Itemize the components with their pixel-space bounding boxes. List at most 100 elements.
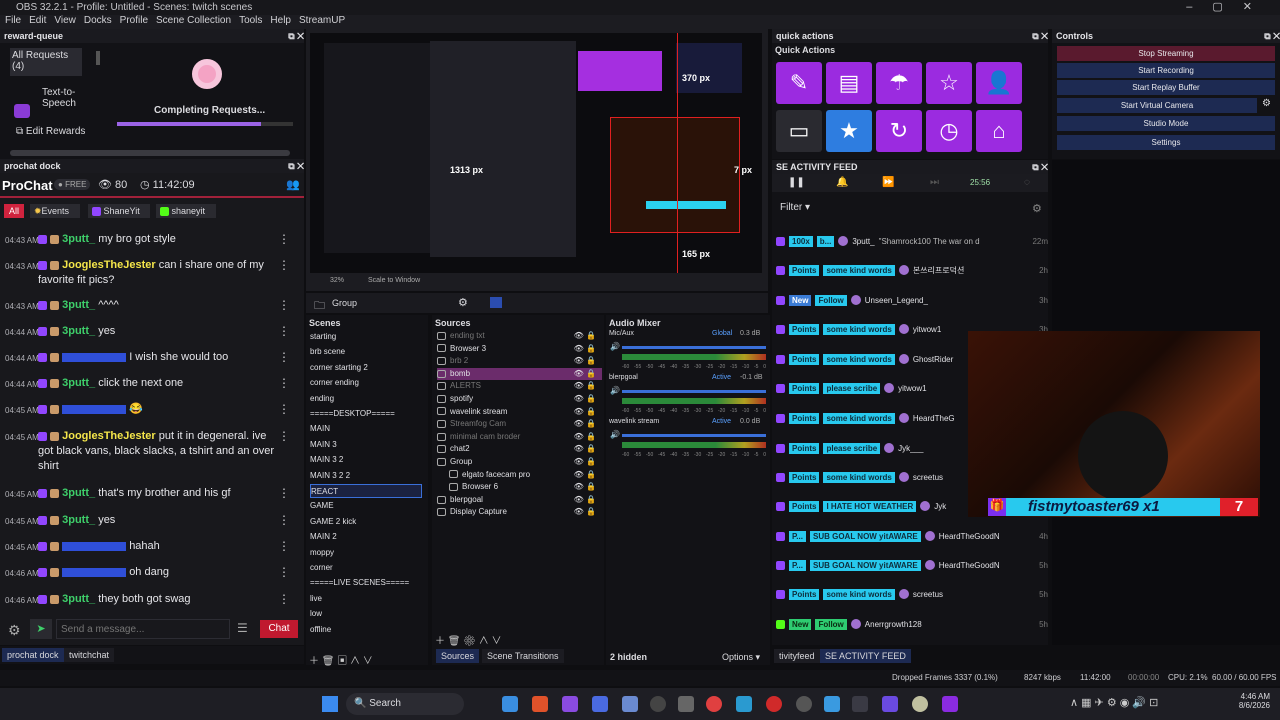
dock-close-icon[interactable]: ⧉ ✕ — [288, 31, 304, 42]
message-menu-icon[interactable]: ⋮ — [278, 539, 290, 553]
dock-close-icon[interactable]: ⧉ ✕ — [1032, 31, 1048, 42]
scene-item[interactable]: REACT — [310, 484, 422, 498]
visibility-eye-icon[interactable]: 👁 🔒 — [574, 343, 596, 355]
clapper-action-icon[interactable]: ▤ — [826, 62, 872, 104]
chrome-icon[interactable] — [706, 696, 722, 712]
activity-row[interactable]: New Follow Unseen_Legend_ 3h — [776, 292, 1048, 308]
source-item[interactable]: bomb 👁 🔒 — [437, 367, 602, 380]
visibility-eye-icon[interactable]: 👁 🔒 — [574, 494, 596, 506]
scene-item[interactable]: offline — [310, 623, 422, 637]
menu-docks[interactable]: Docks — [84, 15, 112, 29]
speaker-icon[interactable]: 🔊 — [610, 342, 620, 351]
chat-username[interactable]: JooglesTheJester — [62, 430, 156, 442]
source-item[interactable]: minimal cam broder 👁 🔒 — [437, 431, 602, 443]
record-icon[interactable] — [766, 696, 782, 712]
scene-item[interactable]: MAIN 3 — [310, 438, 422, 452]
visibility-eye-icon[interactable]: 👁 🔒 — [574, 355, 596, 367]
obs-icon[interactable] — [650, 696, 666, 712]
message-menu-icon[interactable]: ⋮ — [278, 376, 290, 390]
settings-button[interactable]: Settings — [1057, 135, 1275, 150]
visibility-eye-icon[interactable]: 👁 🔒 — [574, 393, 596, 405]
visibility-eye-icon[interactable]: 👁 🔒 — [574, 469, 596, 481]
start-replay-buffer-button[interactable]: Start Replay Buffer — [1057, 80, 1275, 95]
scene-item[interactable]: starting — [310, 330, 422, 344]
feed-settings-icon[interactable]: ⚙ — [1032, 202, 1042, 215]
dock-close-icon[interactable]: ⧉ ✕ — [1032, 162, 1048, 173]
all-requests-button[interactable]: All Requests (4) — [10, 48, 82, 76]
discord-icon[interactable] — [562, 696, 578, 712]
next-icon[interactable]: ⏭ — [930, 177, 939, 188]
studio-mode-button[interactable]: Studio Mode — [1057, 116, 1275, 131]
source-item[interactable]: elgato facecam pro 👁 🔒 — [437, 469, 602, 481]
tab-scene-transitions[interactable]: Scene Transitions — [482, 649, 564, 663]
scene-item[interactable]: =====LIVE SCENES===== — [310, 576, 422, 590]
message-menu-icon[interactable]: ⋮ — [278, 232, 290, 246]
menu-tools[interactable]: Tools — [239, 15, 262, 29]
add-user-action-icon[interactable]: 👤 — [976, 62, 1022, 104]
tab-sources[interactable]: Sources — [436, 649, 480, 663]
scene-toolbar[interactable]: ＋ 🗑 ▣ ∧ ∨ — [309, 652, 373, 667]
app-icon[interactable] — [912, 696, 928, 712]
tab-activityfeed[interactable]: tivityfeed — [774, 649, 820, 663]
menu-view[interactable]: View — [54, 15, 76, 29]
speaker-icon[interactable]: 🔊 — [610, 386, 620, 395]
bell-icon[interactable]: 🔔 — [836, 177, 848, 188]
scene-item[interactable]: MAIN 3 2 2 — [310, 469, 422, 483]
tab-se-activity-feed[interactable]: SE ACTIVITY FEED — [820, 649, 911, 663]
scene-item[interactable]: GAME 2 kick — [310, 515, 422, 529]
visibility-eye-icon[interactable]: 👁 🔒 — [574, 456, 596, 468]
visibility-eye-icon[interactable]: 👁 🔒 — [574, 418, 596, 430]
activity-row[interactable]: P... SUB GOAL NOW yitAWARE HeardTheGoodN 5h — [776, 557, 1048, 573]
dock-close-icon[interactable]: ⧉ ✕ — [1264, 31, 1280, 42]
source-item[interactable]: Browser 6 👁 🔒 — [437, 481, 602, 493]
feed-filter-button[interactable]: Filter ▾ — [780, 202, 810, 213]
visibility-eye-icon[interactable]: 👁 🔒 — [574, 443, 596, 455]
start-recording-button[interactable]: Start Recording — [1057, 63, 1275, 78]
tab-prochat-dock[interactable]: prochat dock — [2, 648, 64, 662]
source-item[interactable]: spotify 👁 🔒 — [437, 393, 602, 405]
scene-item[interactable]: moppy — [310, 546, 422, 560]
message-menu-icon[interactable]: ⋮ — [278, 298, 290, 312]
source-item[interactable]: brb 2 👁 🔒 — [437, 355, 602, 367]
bookmark-action-icon[interactable]: ⌂ — [976, 110, 1022, 152]
parachute-action-icon[interactable]: ☂ — [876, 62, 922, 104]
message-menu-icon[interactable]: ⋮ — [278, 258, 290, 272]
activity-row[interactable]: 100x b... 3putt_ "Shamrock100 The war on d 2… — [776, 233, 1048, 249]
skip-icon[interactable]: ⏩ — [882, 177, 894, 188]
message-menu-icon[interactable]: ⋮ — [278, 592, 290, 606]
chat-username[interactable] — [62, 352, 127, 362]
horizontal-scrollbar[interactable] — [10, 150, 290, 156]
pencil-action-icon[interactable]: ✎ — [776, 62, 822, 104]
visibility-eye-icon[interactable]: 👁 🔒 — [574, 481, 596, 493]
chat-username[interactable]: 3putt_ — [62, 377, 95, 389]
scene-item[interactable]: corner starting 2 — [310, 361, 422, 375]
menu-edit[interactable]: Edit — [29, 15, 46, 29]
source-item[interactable]: Display Capture 👁 🔒 — [437, 506, 602, 518]
notion-icon[interactable] — [592, 696, 608, 712]
menu-file[interactable]: File — [5, 15, 21, 29]
chat-username[interactable]: JooglesTheJester — [62, 259, 156, 271]
files-icon[interactable] — [502, 696, 518, 712]
app-icon[interactable] — [942, 696, 958, 712]
source-item[interactable]: blerpgoal 👁 🔒 — [437, 494, 602, 506]
replay-action-icon[interactable]: ↻ — [876, 110, 922, 152]
shield-icon[interactable]: ◌ — [1024, 177, 1030, 188]
chat-username[interactable]: 3putt_ — [62, 233, 95, 245]
activity-row[interactable]: P... SUB GOAL NOW yitAWARE HeardTheGoodN 4h — [776, 528, 1048, 544]
app-icon[interactable] — [796, 696, 812, 712]
scene-item[interactable]: GAME — [310, 499, 422, 513]
preview-area[interactable]: 1313 px 370 px 7 px 165 px 32% Scale to … — [306, 29, 768, 291]
source-item[interactable]: ending txt 👁 🔒 — [437, 330, 602, 342]
chat-username[interactable]: 3putt_ — [62, 299, 95, 311]
volume-slider[interactable] — [622, 346, 766, 349]
send-icon[interactable]: ➤ — [30, 619, 52, 639]
clock-action-icon[interactable]: ◷ — [926, 110, 972, 152]
visibility-eye-icon[interactable]: 👁 🔒 — [574, 431, 596, 443]
scene-item[interactable]: live — [310, 592, 422, 606]
visibility-eye-icon[interactable]: 👁 🔒 — [574, 368, 596, 380]
brave-icon[interactable] — [532, 696, 548, 712]
app-icon[interactable] — [882, 696, 898, 712]
scene-item[interactable]: MAIN 2 — [310, 530, 422, 544]
message-menu-icon[interactable]: ⋮ — [278, 565, 290, 579]
message-menu-icon[interactable]: ⋮ — [278, 402, 290, 416]
